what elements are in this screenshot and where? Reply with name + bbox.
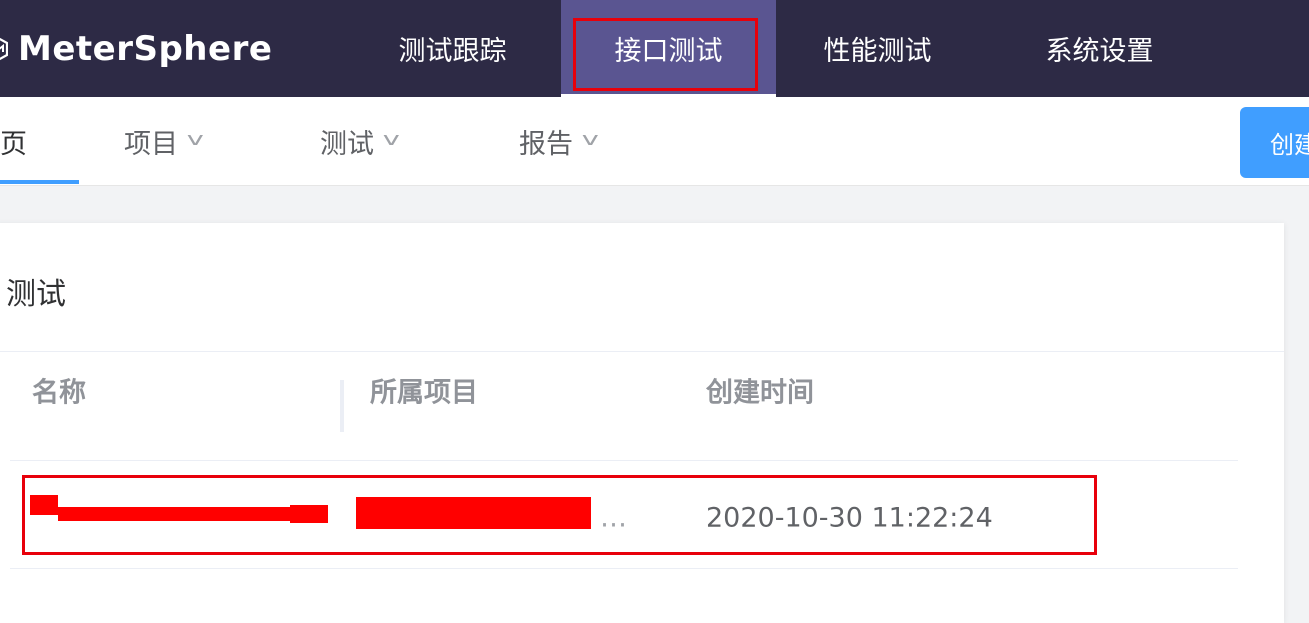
redacted-block [356,497,591,529]
tab-label: 测试跟踪 [398,36,507,67]
table-header-divider [10,460,1238,461]
test-list-card: 测试 [0,223,1284,623]
chevron-down-icon: v [581,128,599,150]
subnav-home-label: 页 [0,128,27,160]
redacted-block [58,507,298,521]
column-divider [340,380,344,432]
tab-api-test[interactable]: 接口测试 [561,0,776,97]
column-header-project[interactable]: 所属项目 [370,371,478,410]
project-truncation: … [600,502,627,534]
subnav-label: 项目 [124,128,178,160]
subnav-project-menu[interactable]: 项目 v [124,97,204,185]
subnav-label: 报告 [519,128,573,160]
card-header: 测试 [0,223,1284,352]
redacted-block [30,495,58,515]
metersphere-logo-icon [0,37,8,61]
chevron-down-icon: v [186,128,204,150]
subnav-report-menu[interactable]: 报告 v [519,97,599,185]
card-title: 测试 [6,277,66,312]
tab-test-track[interactable]: 测试跟踪 [365,0,540,97]
subnav-test-menu[interactable]: 测试 v [320,97,400,185]
tab-system-settings[interactable]: 系统设置 [1012,0,1187,97]
redacted-block [290,505,328,523]
create-button-label: 创建 [1270,131,1309,159]
logo-text: MeterSphere [18,29,273,69]
column-header-name[interactable]: 名称 [32,371,86,410]
tab-label: 性能测试 [823,36,932,67]
subnav-label: 测试 [320,128,374,160]
app-logo[interactable]: MeterSphere [0,24,272,74]
tab-performance-test[interactable]: 性能测试 [790,0,965,97]
tab-label: 系统设置 [1045,36,1154,67]
table-row-divider [10,568,1238,569]
sub-navbar: 页 项目 v 测试 v 报告 v [0,97,1309,186]
column-header-created-time[interactable]: 创建时间 [706,371,814,410]
subnav-home[interactable]: 页 [0,97,27,185]
chevron-down-icon: v [382,128,400,150]
tab-label: 接口测试 [614,36,723,67]
top-navbar: MeterSphere 测试跟踪 接口测试 性能测试 系统设置 [0,0,1309,97]
created-time-cell: 2020-10-30 11:22:24 [706,502,993,534]
create-button[interactable]: 创建 [1240,107,1309,178]
active-indicator [0,180,79,184]
